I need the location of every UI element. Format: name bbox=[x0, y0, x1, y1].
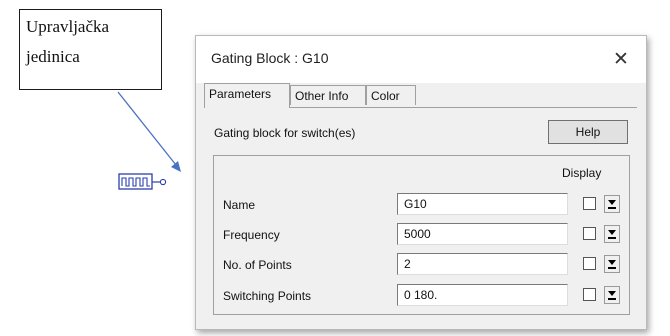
dropdown-bar bbox=[608, 298, 616, 300]
dropdown-arrow-icon bbox=[608, 260, 616, 265]
name-input[interactable]: G10 bbox=[397, 193, 568, 215]
display-column-header: Display bbox=[562, 166, 602, 180]
dialog-description: Gating block for switch(es) bbox=[214, 126, 356, 140]
param-label: Frequency bbox=[223, 228, 280, 242]
display-checkbox[interactable] bbox=[583, 227, 596, 240]
dropdown-arrow-icon bbox=[608, 200, 616, 205]
param-label: Switching Points bbox=[223, 289, 312, 303]
gating-block-symbol-icon[interactable] bbox=[118, 173, 170, 191]
gating-block-dialog: Gating Block : G10 ✕ Parameters Other In… bbox=[195, 35, 647, 330]
dropdown-arrow-icon bbox=[608, 230, 616, 235]
tab-parameters[interactable]: Parameters bbox=[204, 83, 290, 108]
dropdown-arrow-icon bbox=[608, 291, 616, 296]
display-checkbox[interactable] bbox=[583, 257, 596, 270]
switching-points-input[interactable]: 0 180. bbox=[397, 284, 568, 306]
tab-other-info-label: Other Info bbox=[295, 89, 349, 103]
dropdown-bar bbox=[608, 207, 616, 209]
param-row-points: No. of Points 2 bbox=[196, 253, 646, 277]
dialog-titlebar[interactable]: Gating Block : G10 ✕ bbox=[196, 36, 646, 83]
tab-parameters-label: Parameters bbox=[209, 87, 272, 101]
help-button[interactable]: Help bbox=[548, 120, 628, 144]
tab-color-label: Color bbox=[371, 89, 400, 103]
close-button[interactable]: ✕ bbox=[606, 44, 636, 74]
param-row-switching-points: Switching Points 0 180. bbox=[196, 284, 646, 308]
close-icon: ✕ bbox=[613, 48, 629, 70]
tab-other-info[interactable]: Other Info bbox=[290, 85, 366, 105]
display-dropdown-button[interactable] bbox=[604, 255, 620, 273]
param-label: Name bbox=[223, 198, 256, 212]
param-label: No. of Points bbox=[223, 258, 292, 272]
dropdown-bar bbox=[608, 237, 616, 239]
display-checkbox[interactable] bbox=[583, 197, 596, 210]
param-row-name: Name G10 bbox=[196, 193, 646, 217]
param-row-frequency: Frequency 5000 bbox=[196, 223, 646, 247]
display-dropdown-button[interactable] bbox=[604, 286, 620, 304]
display-dropdown-button[interactable] bbox=[604, 225, 620, 243]
display-checkbox[interactable] bbox=[583, 288, 596, 301]
dialog-title: Gating Block : G10 bbox=[211, 50, 329, 66]
display-dropdown-button[interactable] bbox=[604, 195, 620, 213]
points-input[interactable]: 2 bbox=[397, 253, 568, 275]
frequency-input[interactable]: 5000 bbox=[397, 223, 568, 245]
dropdown-bar bbox=[608, 267, 616, 269]
tab-color[interactable]: Color bbox=[366, 85, 416, 105]
